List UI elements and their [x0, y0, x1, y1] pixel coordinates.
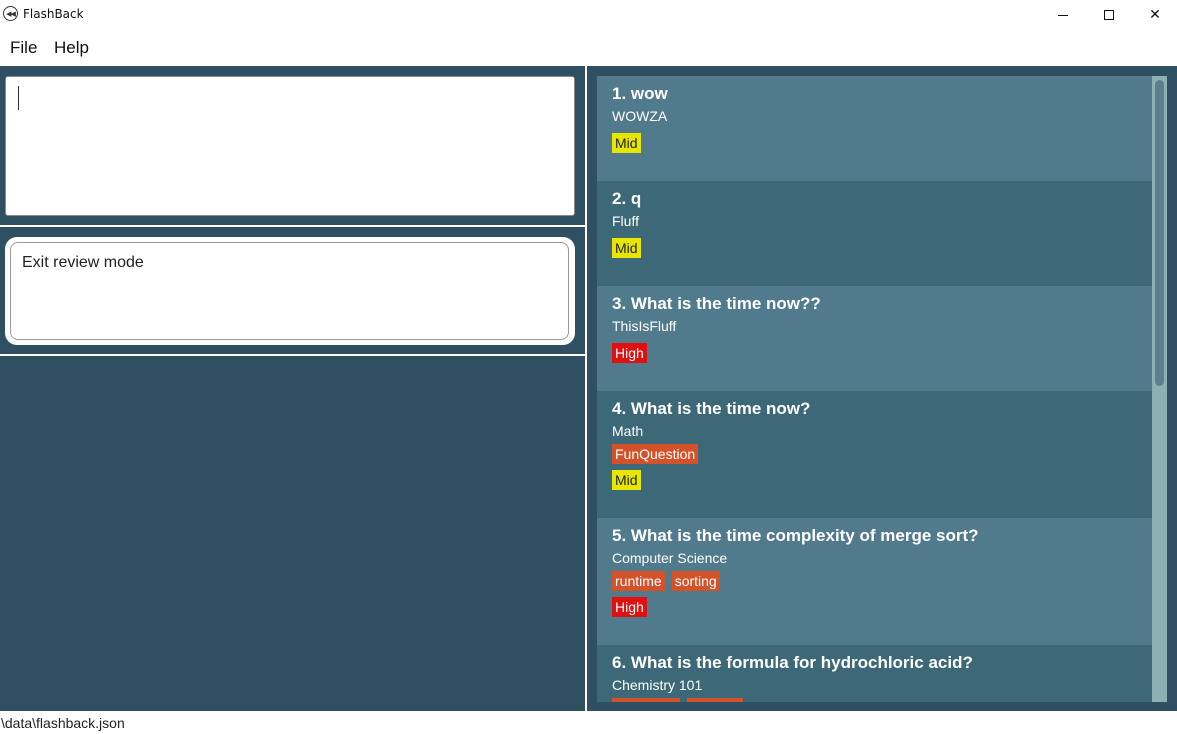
maximize-icon: [1104, 10, 1114, 20]
card-category: Fluff: [612, 213, 639, 229]
flashcard-item[interactable]: 5. What is the time complexity of merge …: [597, 518, 1152, 645]
minimize-button[interactable]: [1040, 0, 1086, 30]
maximize-button[interactable]: [1086, 0, 1132, 30]
result-display-inner: Exit review mode: [10, 242, 569, 340]
priority-badge: Mid: [612, 238, 641, 258]
flashcard-item[interactable]: 2. q Fluff Mid: [597, 181, 1152, 286]
card-title: 4. What is the time now?: [612, 399, 811, 418]
text-caret: [18, 86, 19, 110]
priority-badge: Mid: [612, 133, 641, 153]
status-bar: \data\flashback.json: [0, 711, 1177, 734]
result-text: Exit review mode: [22, 254, 144, 271]
left-pane: Exit review mode: [0, 66, 585, 711]
tag-badge: runtime: [612, 571, 665, 591]
scrollbar-thumb[interactable]: [1155, 80, 1164, 386]
flashcard-item[interactable]: 3. What is the time now?? ThisIsFluff Hi…: [597, 286, 1152, 391]
flashcard-list-panel: 1. wow WOWZA Mid 2. q Fluff Mid 3. What …: [587, 66, 1177, 711]
tag-badge: FunQuestion: [612, 444, 699, 464]
card-title: 1. wow: [612, 84, 668, 103]
flashcard-item[interactable]: 1. wow WOWZA Mid: [597, 76, 1152, 181]
save-location-path: \data\flashback.json: [1, 715, 125, 731]
scrollbar[interactable]: [1152, 76, 1167, 702]
card-category: WOWZA: [612, 108, 668, 124]
flashcard-item[interactable]: 6. What is the formula for hydrochloric …: [597, 645, 1152, 702]
priority-badge: High: [612, 343, 647, 363]
title-bar: ◀◀ FlashBack ✕: [0, 0, 1177, 30]
result-display: Exit review mode: [5, 237, 575, 345]
menu-file[interactable]: File: [10, 38, 37, 58]
minimize-icon: [1058, 14, 1068, 16]
card-title: 6. What is the formula for hydrochloric …: [612, 653, 973, 672]
menu-bar: File Help: [0, 30, 1177, 66]
command-input[interactable]: [5, 76, 575, 216]
rewind-circle-icon: ◀◀: [3, 6, 18, 21]
card-category: Math: [612, 423, 644, 439]
tag-badge: [612, 698, 680, 702]
card-category: Chemistry 101: [612, 677, 703, 693]
tag-badge: [687, 698, 743, 702]
card-title: 2. q: [612, 189, 642, 208]
priority-badge: High: [612, 597, 647, 617]
divider: [0, 354, 585, 356]
flashcard-list[interactable]: 1. wow WOWZA Mid 2. q Fluff Mid 3. What …: [597, 76, 1152, 702]
card-category: ThisIsFluff: [612, 318, 677, 334]
window-title: FlashBack: [23, 7, 84, 21]
main-area: Exit review mode 1. wow WOWZA Mid 2. q F…: [0, 66, 1177, 711]
flashcard-item[interactable]: 4. What is the time now? Math FunQuestio…: [597, 391, 1152, 518]
divider: [0, 225, 585, 227]
menu-help[interactable]: Help: [54, 38, 89, 58]
tag-badge: sorting: [671, 571, 720, 591]
close-icon: ✕: [1149, 7, 1161, 23]
close-button[interactable]: ✕: [1132, 0, 1177, 30]
priority-badge: Mid: [612, 470, 641, 490]
card-title: 5. What is the time complexity of merge …: [612, 526, 979, 545]
card-title: 3. What is the time now??: [612, 294, 821, 313]
card-category: Computer Science: [612, 550, 728, 566]
